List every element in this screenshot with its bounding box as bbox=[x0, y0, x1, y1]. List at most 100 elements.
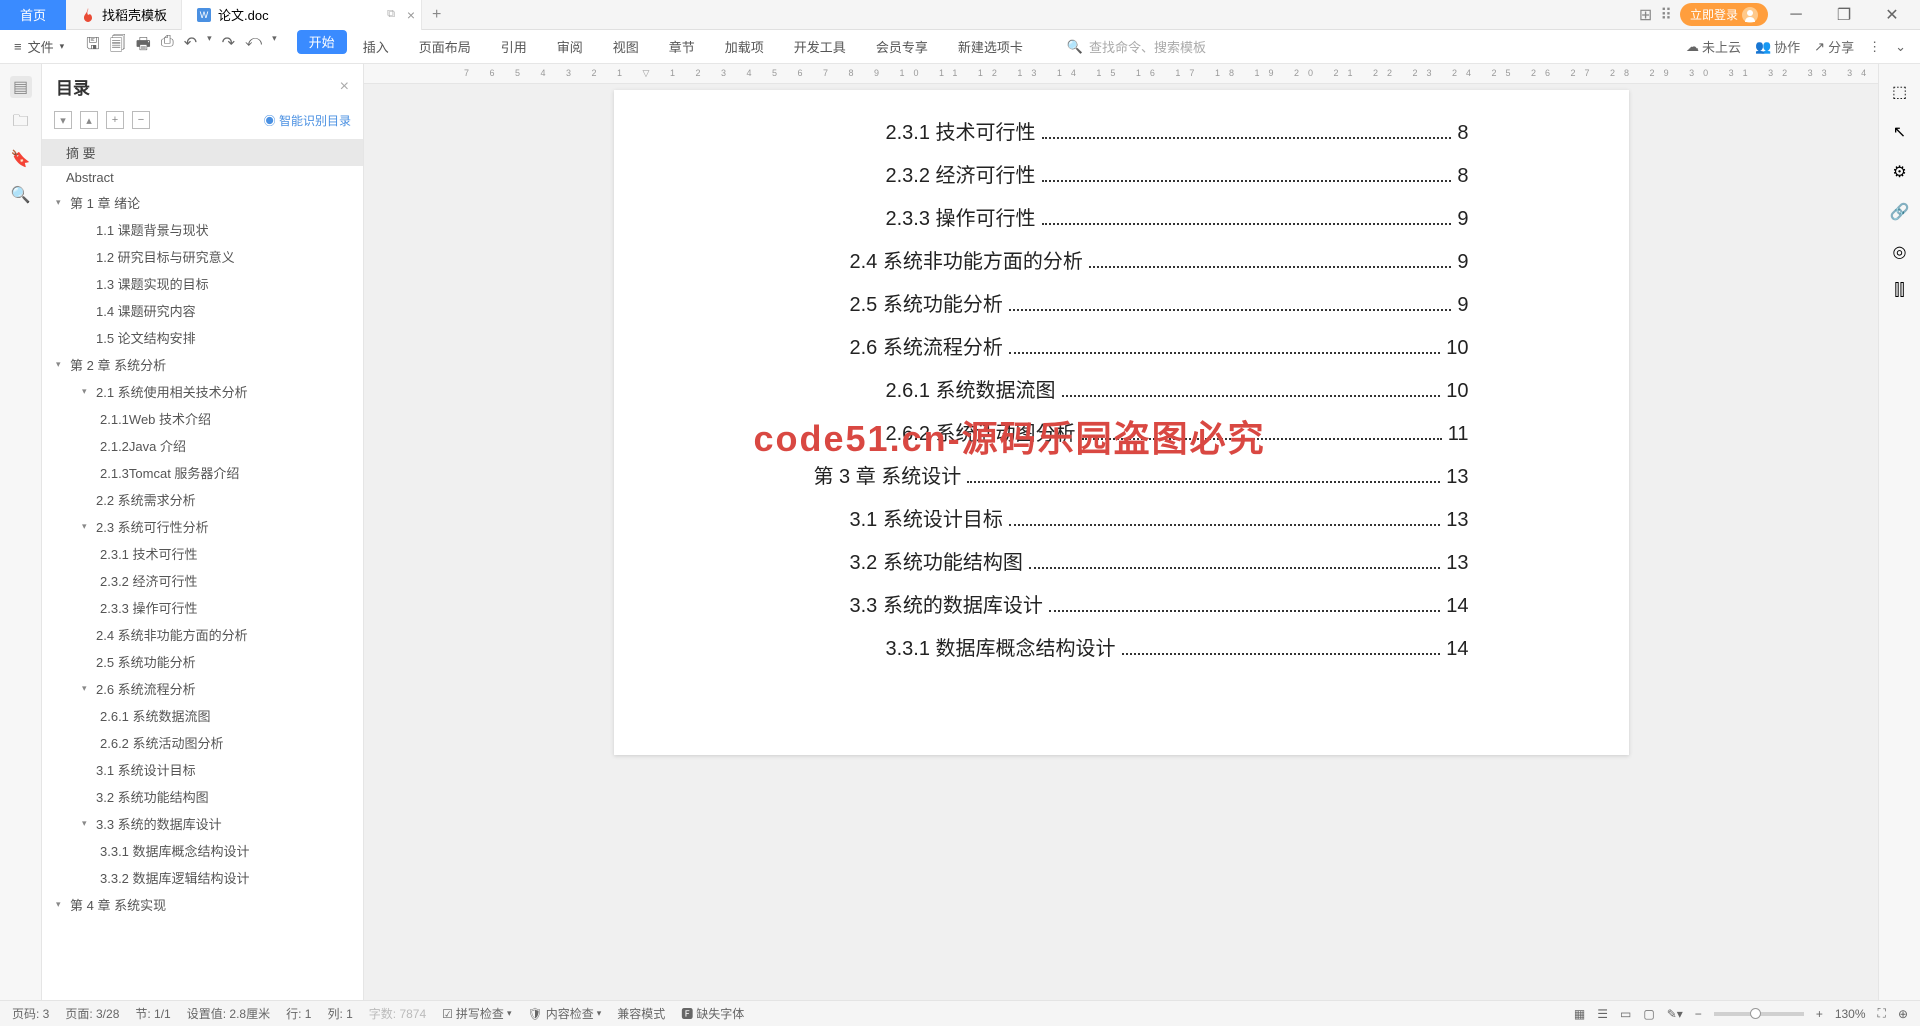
status-pageno[interactable]: 页码: 3 bbox=[12, 1005, 49, 1022]
login-button[interactable]: 立即登录 bbox=[1680, 3, 1768, 26]
outline-level-up-button[interactable]: ▴ bbox=[80, 111, 98, 129]
outline-item-12[interactable]: 2.1.3Tomcat 服务器介绍 bbox=[42, 459, 363, 486]
minimize-button[interactable]: ─ bbox=[1776, 6, 1816, 24]
outline-item-11[interactable]: 2.1.2Java 介绍 bbox=[42, 432, 363, 459]
tab-templates[interactable]: 找稻壳模板 bbox=[66, 0, 182, 30]
pen-icon[interactable]: ✎▾ bbox=[1667, 1007, 1683, 1021]
command-search[interactable]: 🔍 查找命令、搜索模板 bbox=[1067, 37, 1206, 56]
print-preview-icon[interactable]: ⎙ bbox=[161, 33, 174, 60]
ribbon-tab-10[interactable]: 新建选项卡 bbox=[944, 30, 1037, 64]
tab-home[interactable]: 首页 bbox=[0, 0, 66, 30]
outline-collapse-button[interactable]: − bbox=[132, 111, 150, 129]
smart-toc-button[interactable]: ◉ 智能识别目录 bbox=[264, 112, 351, 129]
outline-item-16[interactable]: 2.3.2 经济可行性 bbox=[42, 567, 363, 594]
spellcheck-toggle[interactable]: ☑拼写检查▾ bbox=[442, 1005, 511, 1022]
zoom-in-button[interactable]: + bbox=[1816, 1007, 1823, 1021]
outline-item-19[interactable]: 2.5 系统功能分析 bbox=[42, 648, 363, 675]
toolbar-dropdown-icon[interactable]: ▾ bbox=[272, 33, 277, 60]
status-setting[interactable]: 设置值: 2.8厘米 bbox=[187, 1005, 270, 1022]
ribbon-tab-1[interactable]: 插入 bbox=[349, 30, 403, 64]
cooperate-button[interactable]: 👥协作 bbox=[1755, 37, 1800, 56]
outline-item-25[interactable]: ▾3.3 系统的数据库设计 bbox=[42, 810, 363, 837]
view-read-icon[interactable]: ▭ bbox=[1620, 1007, 1631, 1021]
outline-item-27[interactable]: 3.3.2 数据库逻辑结构设计 bbox=[42, 864, 363, 891]
toc-line-3[interactable]: 2.4 系统非功能方面的分析9 bbox=[814, 245, 1469, 274]
save-as-icon[interactable]: 🗐 bbox=[110, 33, 126, 60]
ribbon-tab-8[interactable]: 开发工具 bbox=[780, 30, 860, 64]
outline-item-9[interactable]: ▾2.1 系统使用相关技术分析 bbox=[42, 378, 363, 405]
maximize-button[interactable]: ❐ bbox=[1824, 5, 1864, 25]
outline-expand-button[interactable]: + bbox=[106, 111, 124, 129]
save-icon[interactable]: 🖫 bbox=[86, 33, 100, 60]
ribbon-tab-9[interactable]: 会员专享 bbox=[862, 30, 942, 64]
ruler[interactable]: 7 6 5 4 3 2 1 ▽ 1 2 3 4 5 6 7 8 9 10 11 … bbox=[364, 64, 1878, 84]
outline-item-22[interactable]: 2.6.2 系统活动图分析 bbox=[42, 729, 363, 756]
ribbon-tab-2[interactable]: 页面布局 bbox=[405, 30, 485, 64]
toc-line-6[interactable]: 2.6.1 系统数据流图10 bbox=[814, 374, 1469, 403]
outline-item-5[interactable]: 1.3 课题实现的目标 bbox=[42, 270, 363, 297]
close-window-button[interactable]: ✕ bbox=[1872, 5, 1912, 25]
status-compat[interactable]: 兼容模式 bbox=[617, 1005, 665, 1022]
status-words[interactable]: 字数: 7874 bbox=[369, 1005, 426, 1022]
status-col[interactable]: 列: 1 bbox=[327, 1005, 352, 1022]
view-outline-icon[interactable]: ☰ bbox=[1597, 1007, 1608, 1021]
outline-item-24[interactable]: 3.2 系统功能结构图 bbox=[42, 783, 363, 810]
toc-line-1[interactable]: 2.3.2 经济可行性8 bbox=[814, 159, 1469, 188]
outline-item-17[interactable]: 2.3.3 操作可行性 bbox=[42, 594, 363, 621]
toc-line-11[interactable]: 3.3 系统的数据库设计14 bbox=[814, 589, 1469, 618]
toc-line-10[interactable]: 3.2 系统功能结构图13 bbox=[814, 546, 1469, 575]
tab-document[interactable]: W 论文.doc ⧉ × bbox=[182, 0, 422, 30]
view-page-icon[interactable]: ▦ bbox=[1574, 1007, 1585, 1021]
ribbon-tab-3[interactable]: 引用 bbox=[487, 30, 541, 64]
outline-item-1[interactable]: Abstract bbox=[42, 166, 363, 189]
status-section[interactable]: 节: 1/1 bbox=[135, 1005, 170, 1022]
missing-font[interactable]: 🅵缺失字体 bbox=[681, 1005, 744, 1022]
outline-item-10[interactable]: 2.1.1Web 技术介绍 bbox=[42, 405, 363, 432]
layout-icon[interactable]: ⊞ bbox=[1639, 5, 1652, 25]
close-icon[interactable]: × bbox=[407, 7, 415, 23]
content-check[interactable]: 🛡内容检查▾ bbox=[527, 1005, 601, 1022]
outline-item-20[interactable]: ▾2.6 系统流程分析 bbox=[42, 675, 363, 702]
outline-item-23[interactable]: 3.1 系统设计目标 bbox=[42, 756, 363, 783]
outline-item-3[interactable]: 1.1 课题背景与现状 bbox=[42, 216, 363, 243]
outline-item-26[interactable]: 3.3.1 数据库概念结构设计 bbox=[42, 837, 363, 864]
view-web-icon[interactable]: ▢ bbox=[1643, 1007, 1654, 1021]
more-icon[interactable]: ⋮ bbox=[1868, 39, 1881, 55]
toc-line-12[interactable]: 3.3.1 数据库概念结构设计14 bbox=[814, 632, 1469, 661]
new-tab-button[interactable]: + bbox=[422, 6, 451, 24]
outline-item-18[interactable]: 2.4 系统非功能方面的分析 bbox=[42, 621, 363, 648]
outline-item-15[interactable]: 2.3.1 技术可行性 bbox=[42, 540, 363, 567]
toc-line-8[interactable]: 第 3 章 系统设计13 bbox=[814, 460, 1469, 489]
ribbon-tab-4[interactable]: 审阅 bbox=[543, 30, 597, 64]
outline-item-8[interactable]: ▾第 2 章 系统分析 bbox=[42, 351, 363, 378]
outline-item-14[interactable]: ▾2.3 系统可行性分析 bbox=[42, 513, 363, 540]
settings-icon[interactable]: ⚙ bbox=[1892, 162, 1906, 182]
format-painter-icon[interactable]: ⤺ bbox=[245, 33, 262, 60]
toc-line-4[interactable]: 2.5 系统功能分析9 bbox=[814, 288, 1469, 317]
file-menu[interactable]: ≡ 文件 ▾ bbox=[14, 37, 76, 56]
undo-icon[interactable]: ↶ bbox=[184, 33, 197, 60]
outline-item-21[interactable]: 2.6.1 系统数据流图 bbox=[42, 702, 363, 729]
toc-line-5[interactable]: 2.6 系统流程分析10 bbox=[814, 331, 1469, 360]
search-side-icon[interactable]: 🔍 bbox=[10, 184, 32, 206]
ribbon-tab-7[interactable]: 加载项 bbox=[711, 30, 778, 64]
document-scroll[interactable]: code51.cn-源码乐园盗图必究 2.3.1 技术可行性82.3.2 经济可… bbox=[364, 84, 1878, 1000]
ribbon-tab-6[interactable]: 章节 bbox=[655, 30, 709, 64]
share-button[interactable]: ↗分享 bbox=[1814, 37, 1854, 56]
toc-line-9[interactable]: 3.1 系统设计目标13 bbox=[814, 503, 1469, 532]
location-icon[interactable]: ◎ bbox=[1893, 242, 1907, 262]
link-icon[interactable]: 🔗 bbox=[1890, 202, 1910, 222]
ribbon-tab-0[interactable]: 开始 bbox=[297, 30, 347, 54]
zoom-slider[interactable] bbox=[1714, 1012, 1804, 1016]
outline-item-2[interactable]: ▾第 1 章 绪论 bbox=[42, 189, 363, 216]
undo-dropdown-icon[interactable]: ▾ bbox=[207, 33, 212, 60]
print-icon[interactable]: 🖶 bbox=[136, 33, 151, 60]
cloud-status[interactable]: ☁未上云 bbox=[1686, 37, 1741, 56]
outline-item-0[interactable]: 摘 要 bbox=[42, 139, 363, 166]
grid-icon[interactable]: ⠿ bbox=[1660, 5, 1672, 25]
redo-icon[interactable]: ↷ bbox=[222, 33, 235, 60]
status-page[interactable]: 页面: 3/28 bbox=[65, 1005, 119, 1022]
outline-item-28[interactable]: ▾第 4 章 系统实现 bbox=[42, 891, 363, 918]
tab-detach-icon[interactable]: ⧉ bbox=[387, 8, 395, 21]
reader-icon[interactable]: ⫿⫿ bbox=[1894, 282, 1904, 300]
